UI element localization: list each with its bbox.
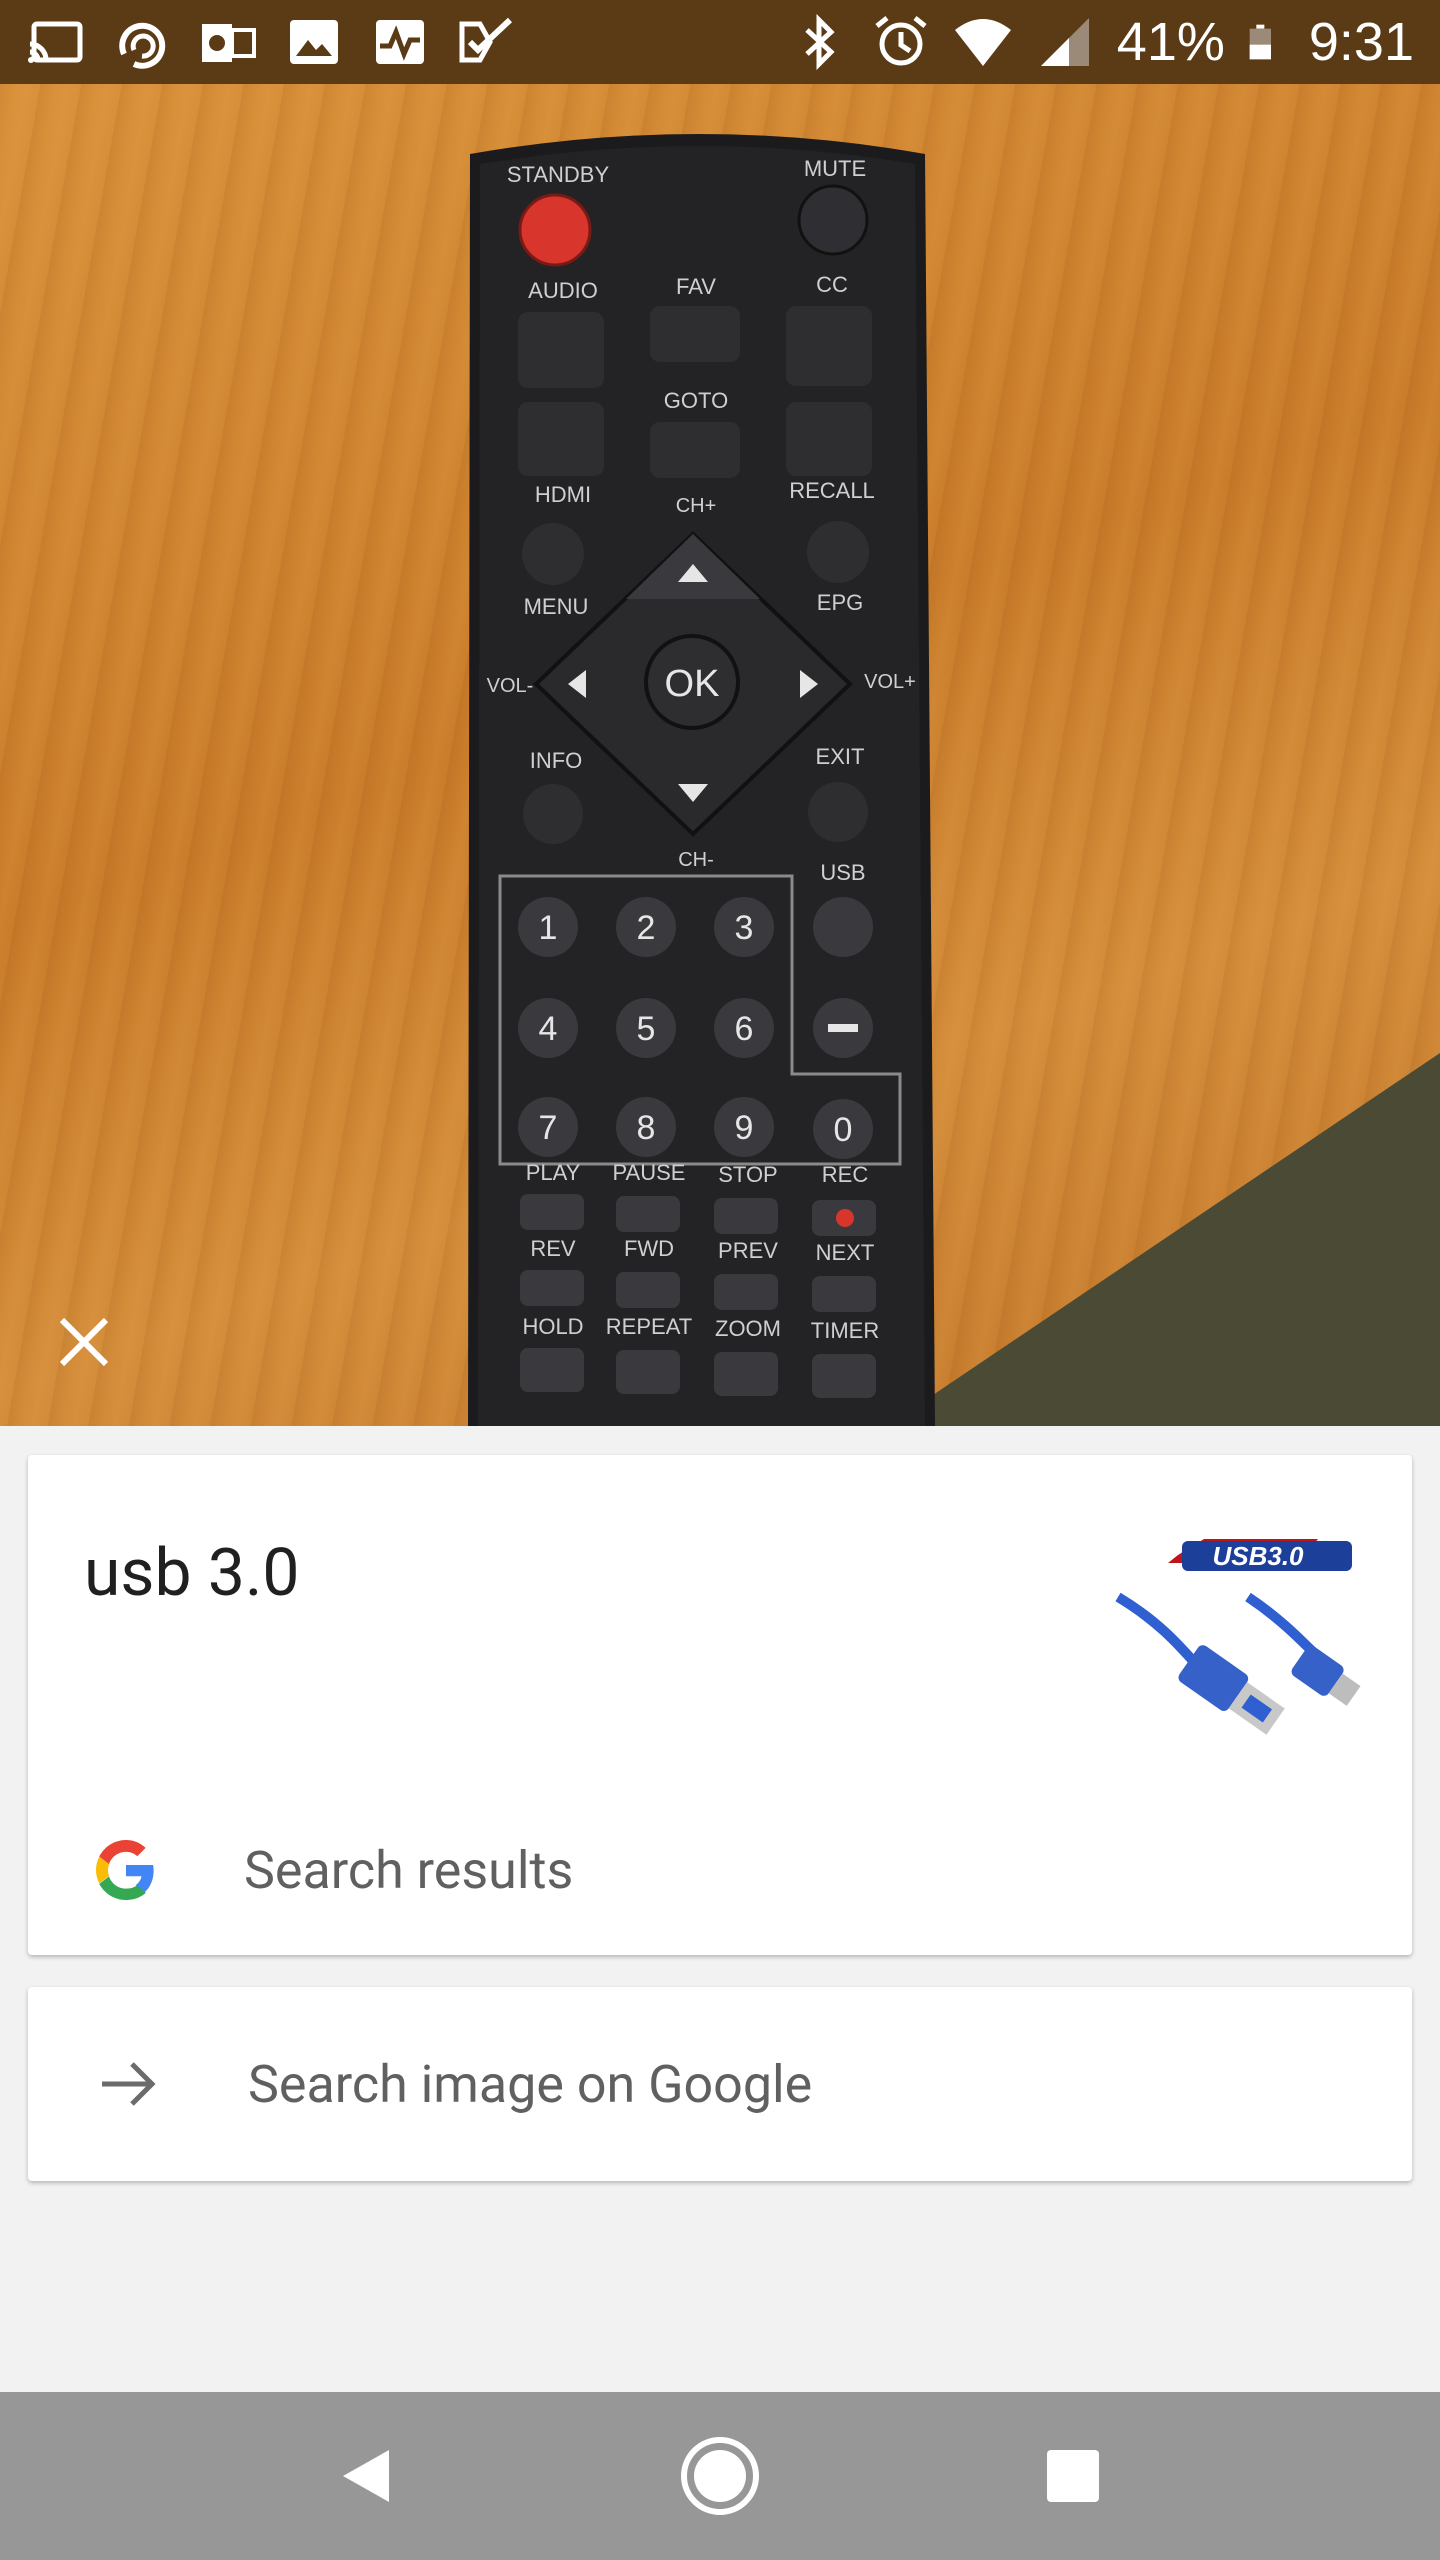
outlook-icon (198, 14, 258, 70)
svg-text:MUTE: MUTE (804, 156, 866, 181)
system-status: 41% 9:31 (789, 11, 1414, 73)
svg-text:EXIT: EXIT (816, 744, 865, 769)
svg-text:AUDIO: AUDIO (528, 278, 598, 303)
svg-text:4: 4 (539, 1010, 558, 1048)
svg-text:HDMI: HDMI (535, 482, 591, 507)
svg-text:VOL+: VOL+ (864, 671, 916, 693)
svg-text:REV: REV (530, 1236, 576, 1261)
svg-text:6: 6 (735, 1010, 754, 1048)
svg-text:CC: CC (816, 272, 848, 297)
svg-text:VOL-: VOL- (487, 675, 534, 697)
svg-text:STANDBY: STANDBY (507, 162, 610, 187)
svg-text:NEXT: NEXT (816, 1240, 875, 1265)
result-title: usb 3.0 (84, 1535, 300, 1612)
thumbnail-text: USB3.0 (1212, 1541, 1304, 1571)
search-results-row[interactable]: Search results (28, 1795, 1412, 1945)
result-card[interactable]: usb 3.0 USB3.0 Search results (28, 1455, 1412, 1955)
recents-icon (1047, 2450, 1100, 2502)
notification-icons (26, 14, 516, 70)
svg-text:FWD: FWD (624, 1236, 674, 1261)
status-bar: 41% 9:31 (0, 0, 1440, 84)
svg-text:PREV: PREV (718, 1238, 778, 1263)
clock: 9:31 (1308, 12, 1414, 72)
arrow-right-icon (102, 2062, 156, 2106)
svg-text:OK: OK (665, 663, 720, 705)
svg-text:PLAY: PLAY (526, 1160, 581, 1185)
svg-text:9: 9 (735, 1109, 754, 1147)
search-image-label: Search image on Google (248, 2053, 813, 2115)
svg-text:HOLD: HOLD (522, 1314, 583, 1339)
search-results-label: Search results (244, 1839, 574, 1901)
svg-text:FAV: FAV (676, 274, 716, 299)
svg-text:USB: USB (820, 860, 865, 885)
captured-photo: STANDBY MUTE AUDIO FAV CC GOTO HDMI RECA… (0, 84, 1440, 1426)
svg-text:TIMER: TIMER (811, 1318, 879, 1343)
tasks-icon (456, 14, 516, 70)
svg-text:3: 3 (735, 909, 754, 947)
svg-text:REPEAT: REPEAT (606, 1314, 692, 1339)
svg-text:RECALL: RECALL (789, 478, 875, 503)
svg-text:8: 8 (637, 1109, 656, 1147)
battery-percent: 41% (1116, 12, 1225, 72)
search-image-on-google-button[interactable]: Search image on Google (28, 1987, 1412, 2181)
svg-text:7: 7 (539, 1109, 558, 1147)
svg-text:EPG: EPG (817, 590, 863, 615)
alarm-icon (871, 14, 931, 70)
google-icon (96, 1840, 154, 1900)
home-button[interactable] (670, 2426, 770, 2526)
svg-text:STOP: STOP (718, 1162, 778, 1187)
back-icon (342, 2450, 389, 2502)
svg-text:REC: REC (822, 1162, 869, 1187)
wifi-icon (953, 14, 1013, 70)
svg-text:GOTO: GOTO (664, 388, 728, 413)
remote-control: STANDBY MUTE AUDIO FAV CC GOTO HDMI RECA… (468, 134, 935, 1426)
svg-text:MENU: MENU (524, 594, 589, 619)
home-icon (680, 2437, 759, 2515)
result-thumbnail: USB3.0 (1108, 1517, 1368, 1747)
cast-icon (26, 14, 86, 70)
svg-text:0: 0 (834, 1111, 853, 1149)
signal-icon (1035, 14, 1095, 70)
svg-text:PAUSE: PAUSE (613, 1160, 686, 1185)
close-icon[interactable] (56, 1314, 112, 1370)
svg-text:1: 1 (539, 909, 558, 947)
ring-app-icon (112, 14, 172, 70)
svg-text:2: 2 (637, 909, 656, 947)
activity-icon (370, 14, 430, 70)
navigation-bar (0, 2392, 1440, 2560)
svg-text:CH+: CH+ (676, 495, 717, 517)
back-button[interactable] (317, 2426, 417, 2526)
battery-icon (1247, 14, 1287, 70)
svg-text:INFO: INFO (530, 748, 583, 773)
svg-text:5: 5 (637, 1010, 656, 1048)
svg-text:ZOOM: ZOOM (715, 1316, 781, 1341)
bluetooth-icon (789, 14, 849, 70)
svg-text:CH-: CH- (678, 849, 714, 871)
recents-button[interactable] (1023, 2426, 1123, 2526)
gallery-icon (284, 14, 344, 70)
